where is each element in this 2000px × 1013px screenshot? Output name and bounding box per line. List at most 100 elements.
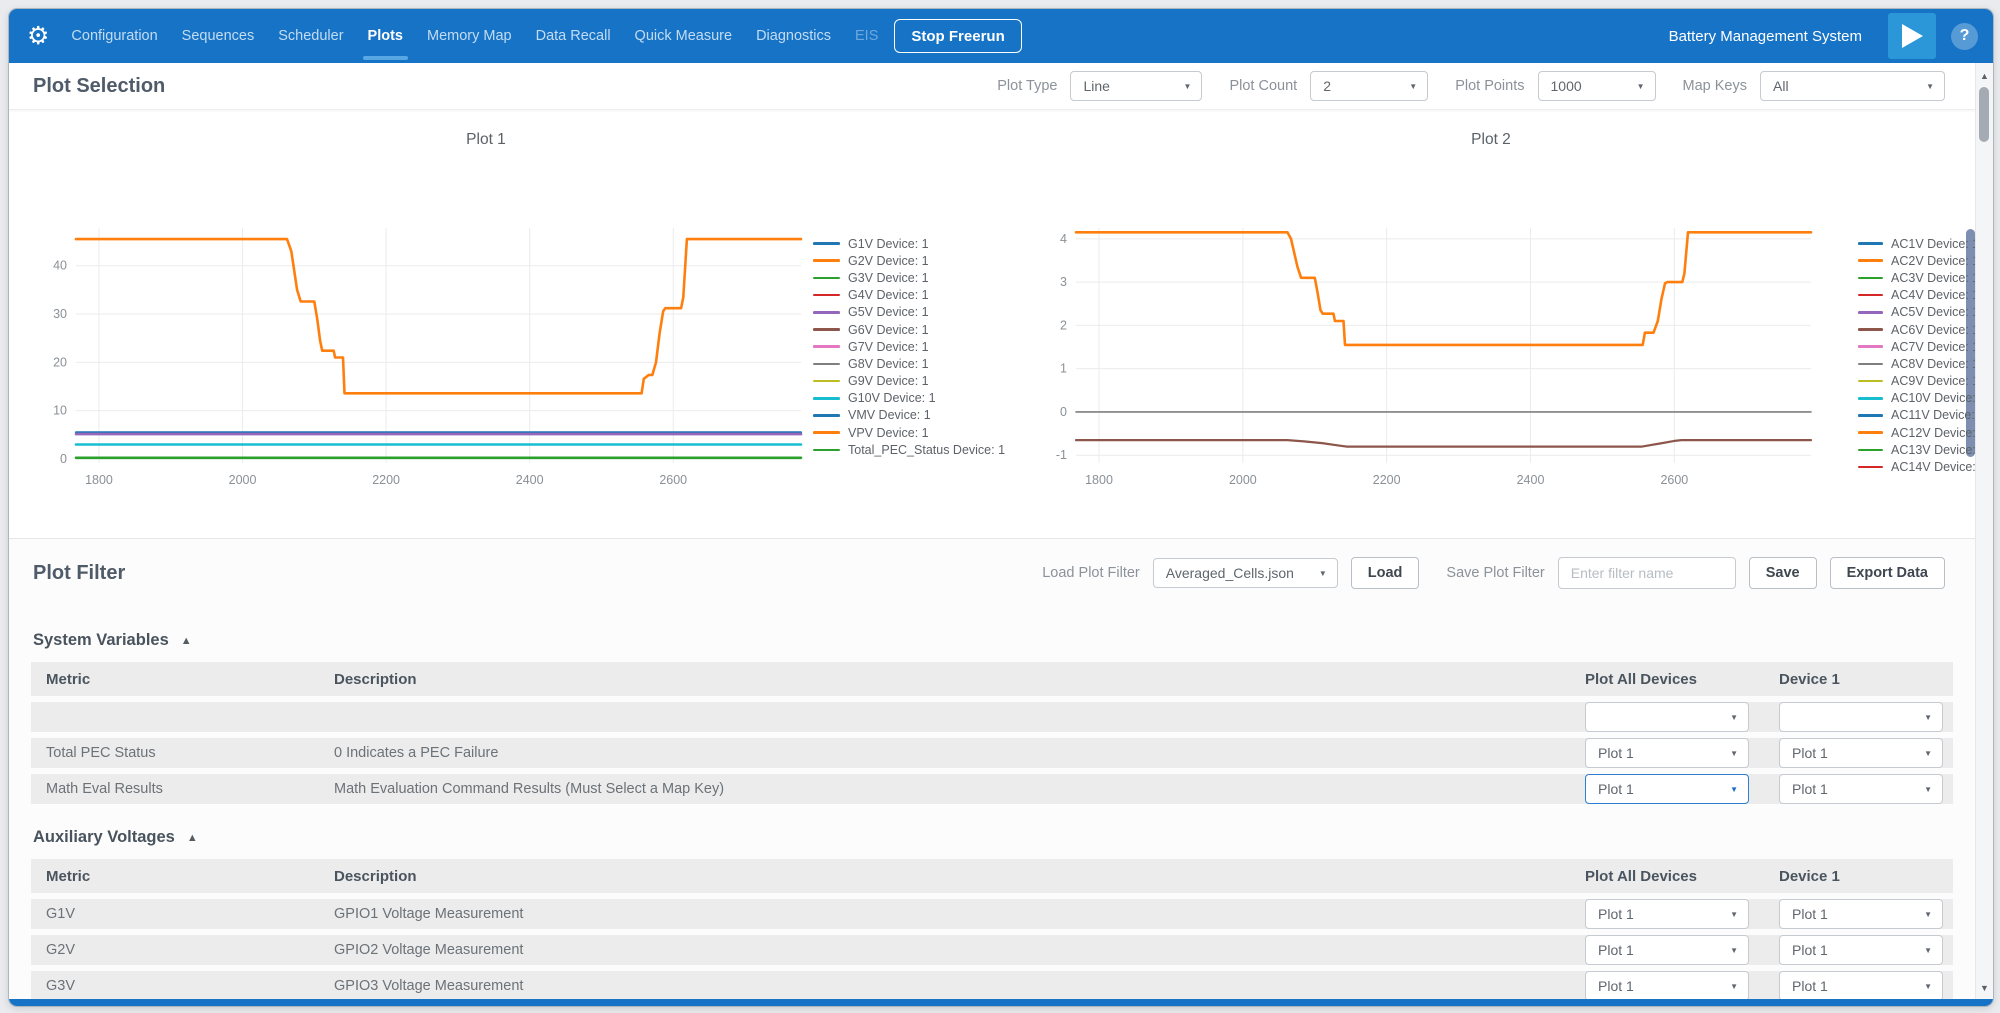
- metric-cell: G2V: [46, 942, 334, 958]
- plot-all-devices-select[interactable]: Plot 1▼: [1585, 738, 1749, 768]
- legend-item[interactable]: G6V Device: 1: [813, 321, 1005, 338]
- plot-all-devices-select[interactable]: Plot 1▼: [1585, 935, 1749, 965]
- charts-panel: 01020304018002000220024002600-1012341800…: [9, 109, 1993, 538]
- load-button[interactable]: Load: [1351, 557, 1420, 589]
- device1-select[interactable]: Plot 1▼: [1779, 774, 1943, 804]
- device1-select[interactable]: Plot 1▼: [1779, 738, 1943, 768]
- filter-name-input[interactable]: [1558, 557, 1736, 589]
- legend-item[interactable]: G8V Device: 1: [813, 355, 1005, 372]
- save-button[interactable]: Save: [1749, 557, 1817, 589]
- legend-line-swatch: [813, 328, 840, 331]
- svg-text:4: 4: [1060, 232, 1067, 246]
- plot-all-devices-select-value: Plot 1: [1598, 781, 1634, 797]
- legend-item[interactable]: AC14V Device: 1: [1858, 458, 1986, 475]
- nav-item-plots[interactable]: Plots: [368, 28, 403, 44]
- collapse-icon[interactable]: ▲: [181, 635, 192, 647]
- svg-text:2600: 2600: [659, 473, 687, 487]
- legend-item[interactable]: AC13V Device: 1: [1858, 441, 1986, 458]
- export-data-button[interactable]: Export Data: [1830, 557, 1945, 589]
- legend-label: AC8V Device: 1: [1891, 357, 1979, 371]
- legend-item[interactable]: AC9V Device: 1: [1858, 373, 1986, 390]
- legend-item[interactable]: AC12V Device: 1: [1858, 424, 1986, 441]
- legend-item[interactable]: Total_PEC_Status Device: 1: [813, 441, 1005, 458]
- plot-all-devices-select[interactable]: Plot 1▼: [1585, 899, 1749, 929]
- legend-item[interactable]: G3V Device: 1: [813, 269, 1005, 286]
- column-header-device-1: Device 1: [1763, 671, 1941, 688]
- legend-line-swatch: [1858, 311, 1883, 314]
- chevron-down-icon: ▼: [1730, 785, 1738, 794]
- legend-item[interactable]: G7V Device: 1: [813, 338, 1005, 355]
- column-header-device-1: Device 1: [1763, 868, 1941, 885]
- legend-label: AC5V Device: 1: [1891, 305, 1979, 319]
- help-icon[interactable]: ?: [1951, 23, 1978, 50]
- description-cell: GPIO3 Voltage Measurement: [334, 978, 1585, 994]
- plot-type-select[interactable]: Line▼: [1070, 71, 1202, 101]
- chevron-down-icon: ▼: [1924, 910, 1932, 919]
- chart-legend-1: G1V Device: 1G2V Device: 1G3V Device: 1G…: [813, 235, 1005, 458]
- device1-select[interactable]: Plot 1▼: [1779, 971, 1943, 1001]
- svg-text:1800: 1800: [85, 473, 113, 487]
- legend-label: G6V Device: 1: [848, 323, 929, 337]
- legend-item[interactable]: VMV Device: 1: [813, 407, 1005, 424]
- svg-text:2000: 2000: [229, 473, 257, 487]
- svg-text:0: 0: [1060, 405, 1067, 419]
- plot-points-select[interactable]: 1000▼: [1538, 71, 1656, 101]
- metric-cell: G3V: [46, 978, 334, 994]
- device1-select[interactable]: Plot 1▼: [1779, 899, 1943, 929]
- nav-item-sequences[interactable]: Sequences: [182, 28, 255, 44]
- svg-text:2200: 2200: [1373, 473, 1401, 487]
- table-header-row: MetricDescriptionPlot All DevicesDevice …: [31, 859, 1953, 893]
- legend-label: G9V Device: 1: [848, 374, 929, 388]
- legend-item[interactable]: AC5V Device: 1: [1858, 304, 1986, 321]
- legend-item[interactable]: G5V Device: 1: [813, 304, 1005, 321]
- nav-item-scheduler[interactable]: Scheduler: [278, 28, 343, 44]
- legend-item[interactable]: AC3V Device: 1: [1858, 269, 1986, 286]
- legend-item[interactable]: AC7V Device: 1: [1858, 338, 1986, 355]
- legend-item[interactable]: G9V Device: 1: [813, 373, 1005, 390]
- chart-title-1: Plot 1: [286, 131, 686, 149]
- table-row: G1VGPIO1 Voltage MeasurementPlot 1▼Plot …: [31, 899, 1953, 929]
- main-scrollbar-thumb[interactable]: [1979, 87, 1989, 142]
- nav-item-data-recall[interactable]: Data Recall: [536, 28, 611, 44]
- legend-item[interactable]: AC11V Device: 1: [1858, 407, 1986, 424]
- main-scrollbar[interactable]: ▲ ▼: [1975, 63, 1993, 999]
- legend-item[interactable]: AC10V Device: 1: [1858, 390, 1986, 407]
- plot-all-devices-select[interactable]: Plot 1▼: [1585, 971, 1749, 1001]
- gear-icon[interactable]: ⚙: [27, 24, 49, 49]
- device1-select-value: Plot 1: [1792, 942, 1828, 958]
- legend-item[interactable]: G2V Device: 1: [813, 252, 1005, 269]
- plot-count-select[interactable]: 2▼: [1310, 71, 1428, 101]
- stop-freerun-button[interactable]: Stop Freerun: [894, 19, 1021, 53]
- legend-item[interactable]: AC2V Device: 1: [1858, 252, 1986, 269]
- legend-item[interactable]: AC8V Device: 1: [1858, 355, 1986, 372]
- nav-items: Configuration Sequences Scheduler Plots Memo…: [71, 28, 878, 44]
- nav-item-configuration[interactable]: Configuration: [71, 28, 157, 44]
- collapse-icon[interactable]: ▲: [187, 832, 198, 844]
- legend-item[interactable]: G1V Device: 1: [813, 235, 1005, 252]
- legend-line-swatch: [1858, 449, 1883, 452]
- device1-select[interactable]: Plot 1▼: [1779, 935, 1943, 965]
- scroll-up-icon[interactable]: ▲: [1976, 71, 1993, 81]
- table-row: ▼▼: [31, 702, 1953, 732]
- nav-item-memory-map[interactable]: Memory Map: [427, 28, 512, 44]
- load-filter-select[interactable]: Averaged_Cells.json▼: [1153, 558, 1338, 588]
- legend-line-swatch: [1858, 414, 1883, 417]
- plot-filter-controls: Load Plot Filter Averaged_Cells.json▼ Lo…: [1028, 557, 1945, 589]
- svg-text:-1: -1: [1056, 448, 1067, 462]
- map-keys-select[interactable]: All▼: [1760, 71, 1945, 101]
- scroll-down-icon[interactable]: ▼: [1976, 983, 1993, 993]
- plot-all-devices-select[interactable]: Plot 1 ▼: [1585, 774, 1749, 804]
- legend-item[interactable]: G4V Device: 1: [813, 287, 1005, 304]
- legend-item[interactable]: VPV Device: 1: [813, 424, 1005, 441]
- legend-item[interactable]: AC4V Device: 1: [1858, 287, 1986, 304]
- device1-select[interactable]: ▼: [1779, 702, 1943, 732]
- nav-item-diagnostics[interactable]: Diagnostics: [756, 28, 831, 44]
- chevron-down-icon: ▼: [1319, 569, 1327, 578]
- legend-item[interactable]: AC6V Device: 1: [1858, 321, 1986, 338]
- plot-all-devices-select[interactable]: ▼: [1585, 702, 1749, 732]
- nav-item-quick-measure[interactable]: Quick Measure: [635, 28, 733, 44]
- legend-item[interactable]: AC1V Device: 1: [1858, 235, 1986, 252]
- play-button[interactable]: [1888, 13, 1936, 59]
- column-header-metric: Metric: [46, 868, 334, 885]
- legend-item[interactable]: G10V Device: 1: [813, 390, 1005, 407]
